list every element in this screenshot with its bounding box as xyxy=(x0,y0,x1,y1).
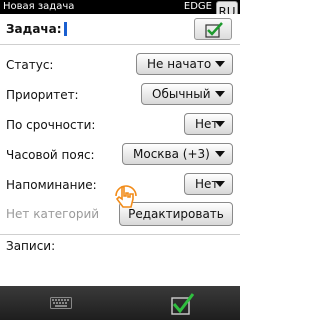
category-label: Нет категорий xyxy=(6,207,100,221)
urgency-row: По срочности: Нет xyxy=(0,113,240,137)
notes-field[interactable]: Записи: xyxy=(0,234,240,287)
timezone-label: Часовой пояс: xyxy=(6,148,95,162)
status-row: Статус: Не начато xyxy=(0,53,240,77)
priority-label: Приоритет: xyxy=(6,88,79,102)
task-label: Задача: xyxy=(6,22,62,36)
timezone-row: Часовой пояс: Москва (+3) xyxy=(0,143,240,167)
window-title: Новая задача xyxy=(3,1,75,12)
status-dropdown[interactable]: Не начато xyxy=(136,53,233,75)
checkmark-icon xyxy=(205,22,223,38)
network-indicator: EDGE xyxy=(183,1,212,12)
priority-row: Приоритет: Обычный xyxy=(0,83,240,107)
chevron-down-icon xyxy=(215,151,225,157)
keyboard-icon[interactable] xyxy=(50,297,72,309)
chevron-down-icon xyxy=(215,61,225,67)
urgency-label: По срочности: xyxy=(6,118,96,132)
reminder-dropdown[interactable]: Нет xyxy=(184,173,233,195)
timezone-dropdown[interactable]: Москва (+3) xyxy=(122,143,233,165)
confirm-button-top[interactable] xyxy=(194,18,232,40)
text-cursor[interactable] xyxy=(64,22,67,36)
status-label: Статус: xyxy=(6,58,54,72)
status-value: Не начато xyxy=(147,57,212,71)
bottom-toolbar xyxy=(0,286,240,320)
priority-dropdown[interactable]: Обычный xyxy=(141,83,233,105)
priority-value: Обычный xyxy=(152,87,211,101)
chevron-down-icon xyxy=(215,121,225,127)
reminder-label: Напоминание: xyxy=(6,178,97,192)
timezone-value: Москва (+3) xyxy=(133,147,210,161)
touch-cursor-icon xyxy=(115,185,137,208)
chevron-down-icon xyxy=(215,91,225,97)
notes-label: Записи: xyxy=(6,239,56,253)
confirm-button-bottom[interactable] xyxy=(170,292,194,316)
chevron-down-icon xyxy=(215,181,225,187)
urgency-dropdown[interactable]: Нет xyxy=(184,113,233,135)
status-bar: Новая задача EDGE xyxy=(0,0,240,14)
